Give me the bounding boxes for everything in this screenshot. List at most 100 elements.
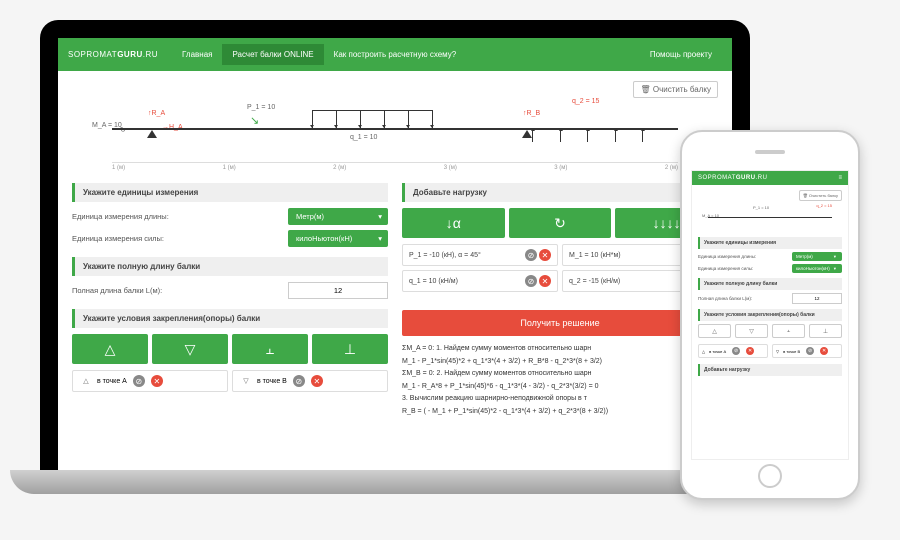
phone-units-header: Укажите единицы измерения [698, 237, 842, 249]
two-column-layout: Укажите единицы измерения Единица измере… [72, 183, 718, 419]
length-unit-label: Единица измерения длины: [72, 212, 280, 221]
delete-support-a-button[interactable]: ✕ [151, 375, 163, 387]
beam-length-label: Полная длина балки L(м): [72, 286, 280, 295]
loads-header: Добавьте нагрузку [402, 183, 718, 202]
distributed-load-q1 [312, 110, 432, 128]
main-content: 🗑 Очистить балку M_A = 10 ↻ ↑R_A →H_A P_… [58, 71, 732, 429]
phone-support-fixed-button[interactable]: ⫠ [772, 324, 805, 338]
phone-length-unit-select[interactable]: Метр(м) [792, 252, 842, 261]
load-q1-text: q_1 = 10 (кН/м) [409, 278, 523, 285]
phone-length-header: Укажите полную длину балки [698, 278, 842, 290]
phone-support-pin-button[interactable]: △ [698, 324, 731, 338]
math-line: 3. Вычислим реакцию шарнирно-неподвижной… [402, 394, 718, 405]
phone-logo[interactable]: SOPROMATGURU.RU [698, 175, 767, 181]
clear-beam-button[interactable]: 🗑 Очистить балку [633, 81, 718, 98]
phone-beam-axis [708, 217, 832, 218]
nav-home[interactable]: Главная [172, 44, 222, 65]
load-p1-cell: P_1 = -10 (кН), α = 45° ⊘ ✕ [402, 244, 558, 266]
phone-clear-button[interactable]: 🗑 Очистить балку [799, 190, 842, 201]
support-b-text: в точке B [257, 378, 287, 385]
phone-viewport: SOPROMATGURU.RU ≡ 🗑 Очистить балку M_A =… [691, 170, 849, 460]
units-header: Укажите единицы измерения [72, 183, 388, 202]
phone-edit-b-button[interactable]: ⊘ [806, 347, 814, 355]
phone-loads-header: Добавьте нагрузку [698, 364, 842, 376]
support-a-icon [147, 130, 157, 138]
support-type-pin-button[interactable]: △ [72, 334, 148, 364]
edit-load-q1-button[interactable]: ⊘ [525, 275, 537, 287]
laptop-viewport: SOPROMATGURU.RU Главная Расчет балки ONL… [58, 38, 732, 470]
solve-button[interactable]: Получить решение [402, 310, 718, 336]
math-line: M_1 - R_A*8 + P_1*sin(45)*6 - q_1*3*(4 -… [402, 382, 718, 393]
q2-label: q_2 = 15 [572, 98, 599, 105]
units-section: Укажите единицы измерения Единица измере… [72, 183, 388, 247]
phone-loads-section: Добавьте нагрузку [698, 364, 842, 376]
load-q1-cell: q_1 = 10 (кН/м) ⊘ ✕ [402, 270, 558, 292]
phone-support-a-cell: △ в точке А ⊘ ✕ [698, 344, 768, 358]
right-column: Добавьте нагрузку ↓α ↻ ↓↓↓↓ P_1 = -10 (к… [402, 183, 718, 419]
site-logo[interactable]: SOPROMATGURU.RU [68, 50, 158, 59]
left-column: Укажите единицы измерения Единица измере… [72, 183, 388, 419]
phone-del-b-button[interactable]: ✕ [820, 347, 828, 355]
load-p1-text: P_1 = -10 (кН), α = 45° [409, 252, 523, 259]
roller-icon: ▽ [239, 377, 253, 385]
support-a-cell: △ в точке А ⊘ ✕ [72, 370, 228, 392]
beam-length-section: Укажите полную длину балки Полная длина … [72, 257, 388, 299]
pin-icon: △ [79, 377, 93, 385]
support-b-icon [522, 130, 532, 138]
phone-edit-a-button[interactable]: ⊘ [732, 347, 740, 355]
nav-help[interactable]: Помощь проекту [640, 44, 722, 65]
phone-force-unit-select[interactable]: килоНьютон(кН) [792, 264, 842, 273]
logo-bold: GURU [117, 50, 143, 59]
support-a-text: в точке А [97, 378, 127, 385]
phone-mockup: SOPROMATGURU.RU ≡ 🗑 Очистить балку M_A =… [680, 130, 860, 500]
solution-output: ΣM_A = 0: 1. Найдем сумму моментов относ… [402, 344, 718, 417]
roller-icon: ▽ [776, 349, 779, 354]
phone-supports-header: Укажите условия закрепления(опоры) балки [698, 309, 842, 321]
reaction-ra: ↑R_A [148, 110, 165, 117]
edit-support-b-button[interactable]: ⊘ [293, 375, 305, 387]
laptop-base [10, 470, 780, 494]
nav-calc[interactable]: Расчет балки ONLINE [222, 44, 323, 65]
math-line: R_B = ( - M_1 + P_1*sin(45)*2 - q_1*3*(4… [402, 407, 718, 418]
clear-beam-label: Очистить балку [653, 85, 711, 94]
distributed-load-q2 [532, 128, 642, 146]
phone-del-a-button[interactable]: ✕ [746, 347, 754, 355]
add-moment-button[interactable]: ↻ [509, 208, 612, 238]
force-unit-select[interactable]: килоНьютон(кН) [288, 230, 388, 247]
math-line: ΣM_B = 0: 2. Найдем сумму моментов относ… [402, 369, 718, 380]
delete-load-p1-button[interactable]: ✕ [539, 249, 551, 261]
phone-length-input[interactable] [792, 293, 842, 304]
laptop-mockup: SOPROMATGURU.RU Главная Расчет балки ONL… [40, 20, 750, 500]
supports-section: Укажите условия закрепления(опоры) балки… [72, 309, 388, 392]
support-type-roller-button[interactable]: ▽ [152, 334, 228, 364]
phone-support-b-cell: ▽ в точке B ⊘ ✕ [772, 344, 842, 358]
edit-load-p1-button[interactable]: ⊘ [525, 249, 537, 261]
menu-icon[interactable]: ≡ [838, 175, 842, 181]
ruler-seg: 1 (м) [223, 165, 236, 171]
pin-icon: △ [702, 349, 705, 354]
phone-main: 🗑 Очистить балку M_A = 10 P_1 = 10 q_2 =… [692, 185, 848, 386]
beam-length-input[interactable] [288, 282, 388, 299]
support-type-hinge-button[interactable]: ⊥ [312, 334, 388, 364]
delete-support-b-button[interactable]: ✕ [311, 375, 323, 387]
q1-label: q_1 = 10 [350, 134, 377, 141]
phone-speaker [755, 150, 785, 154]
phone-support-hinge-button[interactable]: ⊥ [809, 324, 842, 338]
phone-length-section: Укажите полную длину балки Полная длина … [698, 278, 842, 304]
phone-support-roller-button[interactable]: ▽ [735, 324, 768, 338]
math-line: ΣM_A = 0: 1. Найдем сумму моментов относ… [402, 344, 718, 355]
force-unit-label: Единица измерения силы: [72, 234, 280, 243]
edit-support-a-button[interactable]: ⊘ [133, 375, 145, 387]
support-type-fixed-button[interactable]: ⫠ [232, 334, 308, 364]
ruler-seg: 1 (м) [112, 165, 125, 171]
length-unit-select[interactable]: Метр(м) [288, 208, 388, 225]
nav-howto[interactable]: Как построить расчетную схему? [324, 44, 467, 65]
logo-suffix: .RU [143, 50, 158, 59]
phone-home-button[interactable] [758, 464, 782, 488]
logo-prefix: SOPROMAT [68, 50, 117, 59]
delete-load-q1-button[interactable]: ✕ [539, 275, 551, 287]
add-point-force-button[interactable]: ↓α [402, 208, 505, 238]
supports-header: Укажите условия закрепления(опоры) балки [72, 309, 388, 328]
ruler-seg: 2 (м) [333, 165, 346, 171]
phone-beam-diagram: M_A = 10 P_1 = 10 q_2 = 15 [698, 201, 842, 233]
